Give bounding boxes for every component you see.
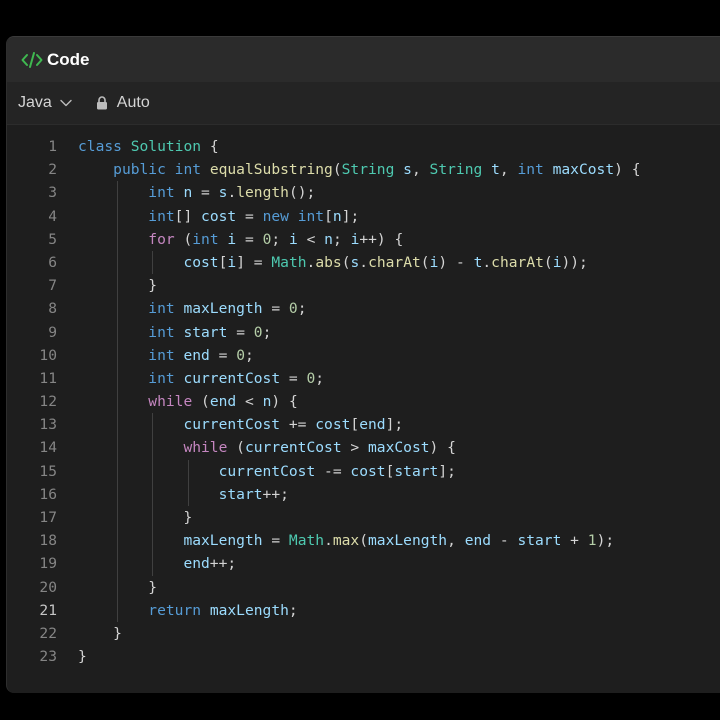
line-number: 14	[39, 439, 57, 457]
line-code: public int equalSubstring(String s, Stri…	[113, 161, 641, 179]
line-code: int n = s.length();	[148, 184, 316, 202]
line-code: }	[113, 624, 122, 642]
line-code: int[] cost = new int[n];	[148, 207, 360, 225]
line-code: int maxLength = 0;	[148, 300, 307, 318]
code-editor[interactable]: 1 class Solution { 2 public int equalSubst…	[7, 125, 720, 668]
code-line: 9 int start = 0;	[7, 321, 720, 344]
line-number: 6	[48, 253, 57, 271]
line-code: currentCost += cost[end];	[183, 416, 404, 434]
editor-toolbar: Java Auto	[7, 82, 720, 125]
line-code: }	[78, 648, 87, 666]
line-number: 4	[48, 207, 57, 225]
code-line: 5 for (int i = 0; i < n; i++) {	[7, 228, 720, 251]
line-code: class Solution {	[78, 138, 219, 155]
line-number: 22	[39, 624, 57, 642]
line-number: 1	[48, 138, 57, 155]
code-line: 15 currentCost -= cost[start];	[7, 460, 720, 483]
line-number: 21	[39, 601, 57, 619]
line-number: 11	[39, 369, 57, 387]
line-code: while (end < n) {	[148, 393, 298, 411]
code-line: 3 int n = s.length();	[7, 181, 720, 204]
line-code: cost[i] = Math.abs(s.charAt(i) - t.charA…	[183, 253, 588, 271]
panel-header: Code	[7, 37, 720, 82]
line-number: 13	[39, 416, 57, 434]
indent-guide	[117, 181, 119, 623]
code-line: 12 while (end < n) {	[7, 390, 720, 413]
line-number: 10	[39, 346, 57, 364]
line-number: 7	[48, 277, 57, 295]
line-number: 17	[39, 509, 57, 526]
code-line: 4 int[] cost = new int[n];	[7, 205, 720, 228]
line-number: 19	[39, 555, 57, 573]
code-line: 8 int maxLength = 0;	[7, 297, 720, 320]
code-line: 17 }	[7, 506, 720, 529]
code-line: 14 while (currentCost > maxCost) {	[7, 436, 720, 459]
line-number: 3	[48, 184, 57, 202]
line-code: while (currentCost > maxCost) {	[183, 439, 456, 457]
code-line: 1 class Solution {	[7, 135, 720, 158]
line-number: 9	[48, 323, 57, 341]
indent-guide	[187, 459, 189, 507]
line-code: maxLength = Math.max(maxLength, end - st…	[183, 532, 615, 550]
code-line: 7 }	[7, 274, 720, 297]
code-line: 2 public int equalSubstring(String s, St…	[7, 158, 720, 181]
line-number: 23	[39, 648, 57, 666]
line-code: for (int i = 0; i < n; i++) {	[148, 230, 404, 248]
code-line: 21 return maxLength;	[7, 599, 720, 622]
line-number: 20	[39, 578, 57, 596]
mode-label: Auto	[116, 94, 150, 111]
indent-guide	[152, 251, 154, 275]
panel-title: Code	[47, 49, 90, 69]
line-number: 16	[39, 485, 57, 503]
code-line: 18 maxLength = Math.max(maxLength, end -…	[7, 529, 720, 552]
code-line: 23}	[7, 645, 720, 668]
auto-mode-indicator: Auto	[96, 94, 150, 112]
code-line: 16 start++;	[7, 483, 720, 506]
code-line: 11 int currentCost = 0;	[7, 367, 720, 390]
lock-icon	[96, 96, 107, 110]
code-panel: Code Java Auto 1 class Solution { 2 public…	[6, 36, 720, 693]
line-code: int start = 0;	[148, 323, 272, 341]
line-number: 5	[48, 230, 57, 248]
chevron-down-icon	[60, 99, 72, 107]
code-line: 20 }	[7, 576, 720, 599]
line-number: 8	[48, 300, 57, 318]
line-number: 12	[39, 393, 57, 411]
code-line: 13 currentCost += cost[end];	[7, 413, 720, 436]
language-label: Java	[18, 94, 52, 111]
line-number: 2	[48, 161, 57, 179]
line-number: 15	[39, 462, 57, 480]
indent-guide	[152, 413, 154, 576]
line-code: return maxLength;	[148, 601, 298, 619]
line-code: }	[183, 509, 193, 526]
line-code: int currentCost = 0;	[148, 369, 325, 387]
line-code: start++;	[218, 485, 289, 503]
line-number: 18	[39, 532, 57, 550]
code-line: 10 int end = 0;	[7, 344, 720, 367]
code-line: 6 cost[i] = Math.abs(s.charAt(i) - t.cha…	[7, 251, 720, 274]
line-code: end++;	[183, 555, 237, 573]
code-line: 19 end++;	[7, 552, 720, 575]
code-line: 22 }	[7, 622, 720, 645]
language-selector[interactable]: Java	[18, 94, 72, 112]
line-code: currentCost -= cost[start];	[218, 462, 456, 480]
line-code: int end = 0;	[148, 346, 254, 364]
code-brackets-icon	[21, 51, 43, 69]
